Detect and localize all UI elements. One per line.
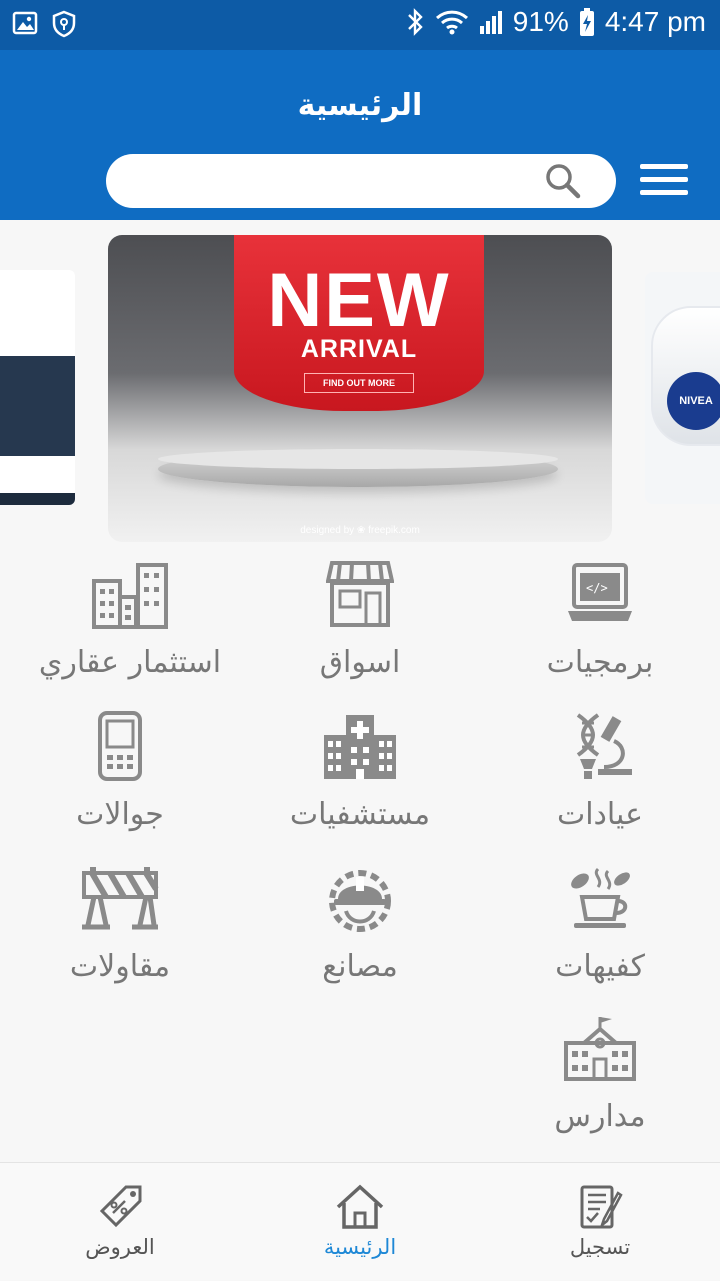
road-barrier-icon bbox=[82, 867, 159, 930]
category-label: عيادات bbox=[556, 797, 644, 832]
register-form-icon bbox=[580, 1185, 623, 1229]
nav-offers[interactable]: العروض bbox=[0, 1163, 240, 1281]
nav-label: العروض bbox=[85, 1235, 155, 1259]
hamburger-menu-icon[interactable] bbox=[640, 164, 688, 200]
search-input[interactable] bbox=[106, 154, 616, 208]
carousel-slide-current[interactable]: NEW ARRIVAL FIND OUT MORE designed by ❀ … bbox=[108, 235, 612, 542]
nav-label: الرئيسية bbox=[323, 1235, 397, 1259]
school-icon bbox=[564, 1017, 636, 1081]
category-label: مدارس bbox=[554, 1099, 646, 1134]
vpn-shield-icon bbox=[52, 10, 76, 38]
buildings-icon bbox=[92, 563, 168, 629]
category-cafes[interactable]: كفيهات bbox=[480, 859, 720, 1009]
dna-microscope-icon bbox=[576, 713, 632, 779]
wifi-icon bbox=[435, 10, 468, 35]
banner-credit: designed by ❀ freepik.com bbox=[300, 525, 420, 536]
category-label: برمجيات bbox=[546, 645, 654, 680]
mobile-phone-icon bbox=[98, 711, 142, 781]
coffee-cup-icon bbox=[571, 867, 630, 928]
nivea-logo: NIVEA bbox=[667, 372, 720, 430]
battery-percent: 91% bbox=[512, 6, 569, 37]
battery-charging-icon bbox=[579, 8, 594, 36]
category-markets[interactable]: اسواق bbox=[240, 555, 480, 705]
category-label: جوالات bbox=[76, 797, 164, 832]
banner-carousel[interactable]: NEW ARRIVAL FIND OUT MORE designed by ❀ … bbox=[0, 220, 720, 550]
page-title: الرئيسية bbox=[297, 88, 423, 123]
banner-headline: NEW bbox=[267, 258, 451, 343]
home-icon bbox=[336, 1184, 384, 1229]
nav-register[interactable]: تسجيل bbox=[480, 1163, 720, 1281]
hospital-icon bbox=[324, 715, 396, 779]
app-bar: الرئيسية bbox=[0, 50, 720, 220]
category-label: استثمار عقاري bbox=[38, 645, 222, 680]
carousel-slide-next[interactable]: NIVEA bbox=[645, 272, 720, 504]
category-real-estate[interactable]: استثمار عقاري bbox=[10, 555, 250, 705]
nav-label: تسجيل bbox=[569, 1235, 631, 1259]
svg-text:</>: </> bbox=[586, 581, 608, 595]
clock: 4:47 pm bbox=[604, 6, 706, 37]
carousel-slide-prev[interactable] bbox=[0, 270, 75, 505]
bottom-navigation: تسجيل الرئيسية العروض bbox=[0, 1162, 720, 1280]
banner-subheadline: ARRIVAL bbox=[300, 335, 418, 363]
category-mobiles[interactable]: جوالات bbox=[0, 707, 240, 857]
search-icon[interactable] bbox=[544, 162, 582, 200]
gallery-icon bbox=[12, 11, 38, 35]
hardhat-gear-icon bbox=[329, 870, 391, 932]
nav-home[interactable]: الرئيسية bbox=[240, 1163, 480, 1281]
category-schools[interactable]: مدارس bbox=[480, 1009, 720, 1159]
category-label: مستشفيات bbox=[289, 797, 431, 832]
category-label: مقاولات bbox=[69, 949, 171, 984]
category-hospitals[interactable]: مستشفيات bbox=[240, 707, 480, 857]
category-label: اسواق bbox=[319, 645, 401, 680]
signal-icon bbox=[479, 11, 502, 34]
category-label: مصانع bbox=[322, 949, 398, 984]
laptop-code-icon: </> bbox=[568, 563, 632, 621]
category-contracting[interactable]: مقاولات bbox=[0, 859, 240, 1009]
category-factories[interactable]: مصانع bbox=[240, 859, 480, 1009]
banner-cta: FIND OUT MORE bbox=[304, 373, 414, 393]
new-arrival-ribbon: NEW ARRIVAL FIND OUT MORE bbox=[234, 235, 484, 411]
status-bar: 91% 4:47 pm bbox=[0, 0, 720, 50]
bluetooth-icon bbox=[407, 8, 423, 36]
category-label: كفيهات bbox=[555, 949, 645, 984]
category-clinics[interactable]: عيادات bbox=[480, 707, 720, 857]
discount-tag-icon bbox=[99, 1185, 142, 1228]
category-software[interactable]: </> برمجيات bbox=[480, 555, 720, 705]
storefront-icon bbox=[326, 561, 394, 627]
